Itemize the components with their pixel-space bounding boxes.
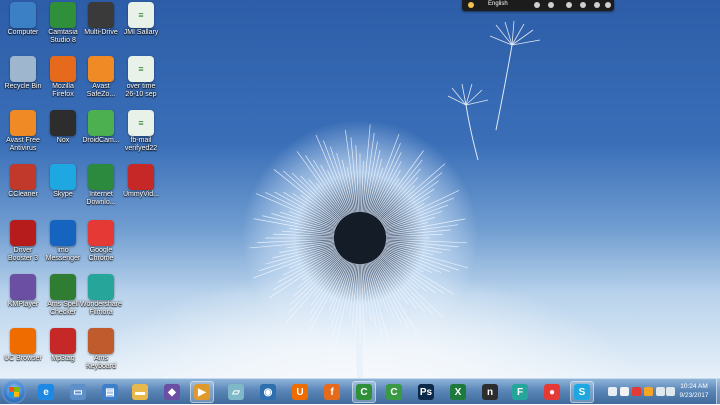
show-desktop-button[interactable] (716, 379, 720, 405)
clock-date: 9/23/2017 (679, 392, 709, 399)
spell-checker-icon (50, 274, 76, 300)
network-icon: ◉ (260, 384, 276, 400)
filmora-icon: F (512, 384, 528, 400)
ccleaner-icon (10, 164, 36, 190)
menu-icon[interactable] (594, 2, 600, 8)
uc-browser-icon (10, 328, 36, 354)
folder-icon: ▬ (132, 384, 148, 400)
desktop-icon-label: fb-mail verifyed22 (124, 137, 158, 152)
taskbar-button-firefox[interactable]: f (320, 381, 344, 403)
toggle-icon[interactable] (534, 2, 540, 8)
desktop-icon[interactable]: ≡ fb-mail verifyed22 (114, 110, 170, 164)
desktop-icon-label: JMI Sallary (123, 29, 159, 36)
taskbar-button-photoshop[interactable]: Ps (414, 381, 438, 403)
download-icon (128, 164, 154, 190)
start-button[interactable] (2, 380, 26, 404)
nox-icon: n (482, 384, 498, 400)
settings-icon[interactable] (566, 2, 572, 8)
taskbar: e ▭ ▤ ▬ ◆ ▶ ▱ ◉ Uf C C Ps Xn F ● S 10:24 AM 9/23/2017 (0, 378, 720, 405)
filmora-icon (88, 274, 114, 300)
kmplayer-icon: ◆ (164, 384, 180, 400)
camtasia-icon: C (356, 384, 372, 400)
notes-icon: ▱ (228, 384, 244, 400)
taskbar-button-notes[interactable]: ▱ (224, 381, 248, 403)
camtasia-icon (50, 2, 76, 28)
taskbar-button-uc-browser[interactable]: U (288, 381, 312, 403)
document-icon: ≡ (128, 110, 154, 136)
taskbar-button-camtasia-recorder[interactable]: C (382, 381, 406, 403)
skype-icon: S (574, 384, 590, 400)
imo-icon (50, 220, 76, 246)
keyboard-icon[interactable] (468, 2, 474, 8)
taskbar-button-chrome[interactable]: ● (540, 381, 564, 403)
taskbar-button-explorer-window[interactable]: ▤ (98, 381, 122, 403)
photoshop-icon: Ps (418, 384, 434, 400)
taskbar-button-file-explorer[interactable]: ▬ (128, 381, 152, 403)
media-player-icon: ▶ (194, 384, 210, 400)
globe-icon[interactable] (580, 2, 586, 8)
desktop-icon-label: Ams Keyboard (86, 355, 116, 370)
show-hidden-icons-icon[interactable] (608, 387, 617, 396)
antivirus-tray-icon[interactable] (632, 387, 641, 396)
taskbar-button-skype[interactable]: S (570, 381, 594, 403)
taskbar-button-ie[interactable]: e (34, 381, 58, 403)
taskbar-button-camtasia[interactable]: C (352, 381, 376, 403)
alert-tray-icon[interactable] (644, 387, 653, 396)
taskbar-button-network-tool[interactable]: ◉ (256, 381, 280, 403)
document-icon: ≡ (128, 56, 154, 82)
desktop-icon[interactable]: Wondershare Filmora (74, 274, 130, 328)
desktop-icon[interactable]: Google Chrome (74, 220, 130, 274)
internet-explorer-icon: e (38, 384, 54, 400)
switch-windows-icon: ▭ (70, 384, 86, 400)
taskbar-button-window-switcher[interactable]: ▭ (66, 381, 90, 403)
skype-icon (50, 164, 76, 190)
flag-icon[interactable] (620, 387, 629, 396)
taskbar-button-filmora[interactable]: F (508, 381, 532, 403)
pen-icon[interactable] (548, 2, 554, 8)
mp3tag-icon (50, 328, 76, 354)
driver-booster-icon (10, 220, 36, 246)
clock-time: 10:24 AM (680, 383, 708, 390)
desktop-icon-label: UmmyVid... (122, 191, 160, 198)
chrome-icon: ● (544, 384, 560, 400)
nox-icon (88, 2, 114, 28)
taskbar-button-kmplayer[interactable]: ◆ (160, 381, 184, 403)
internet-download-icon (88, 164, 114, 190)
desktop-icon[interactable]: UmmyVid... (114, 164, 170, 218)
nox-icon (50, 110, 76, 136)
network-tray-icon[interactable] (656, 387, 665, 396)
desktop-icon[interactable]: ≡ JMI Sallary (114, 2, 170, 56)
taskbar-button-media-player[interactable]: ▶ (190, 381, 214, 403)
taskbar-button-nox[interactable]: n (478, 381, 502, 403)
droidcam-icon (88, 110, 114, 136)
excel-icon: X (450, 384, 466, 400)
avast-icon (88, 56, 114, 82)
windows-logo-icon (9, 387, 19, 397)
document-icon: ≡ (128, 2, 154, 28)
recycle-bin-icon (10, 56, 36, 82)
avast-icon (10, 110, 36, 136)
kmplayer-icon (10, 274, 36, 300)
firefox-icon: f (324, 384, 340, 400)
firefox-icon (50, 56, 76, 82)
info-icon[interactable] (605, 2, 611, 8)
keyboard-icon (88, 328, 114, 354)
uc-browser-icon: U (292, 384, 308, 400)
window-icon: ▤ (102, 384, 118, 400)
desktop-icon-label: Wondershare Filmora (80, 301, 122, 316)
floating-toolbar: English (462, 0, 614, 11)
desktop-icon[interactable]: ≡ over time 26-10 sep (114, 56, 170, 110)
language-label[interactable]: English (488, 1, 508, 7)
desktop: Computer Camtasia Studio 8 Multi-Drive ≡ JMI… (0, 0, 720, 378)
taskbar-button-excel[interactable]: X (446, 381, 470, 403)
computer-icon (10, 2, 36, 28)
chrome-icon (88, 220, 114, 246)
camtasia-icon: C (386, 384, 402, 400)
desktop-icon[interactable]: Ams Keyboard (74, 328, 130, 378)
desktop-icon-label: over time 26-10 sep (125, 83, 157, 98)
taskbar-clock[interactable]: 10:24 AM 9/23/2017 (672, 382, 716, 400)
desktop-icon-label: Google Chrome (88, 247, 114, 262)
